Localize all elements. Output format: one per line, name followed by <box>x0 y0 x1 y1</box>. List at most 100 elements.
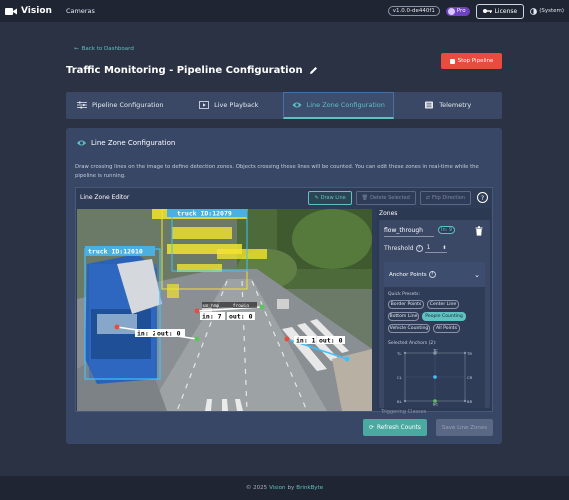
out-count-2: out: 0 <box>157 330 181 338</box>
in-count-3: in: 1 <box>296 337 316 345</box>
eye-icon <box>292 102 302 108</box>
traffic-frame: truck ID:12079 truck ID:12010 us_hmp____… <box>77 209 372 411</box>
selected-anchors-label: Selected Anchors (2): <box>388 341 437 346</box>
tab-line-zone-configuration[interactable]: Line Zone Configuration <box>283 92 394 119</box>
preset-center-line[interactable]: Center Line <box>427 300 459 309</box>
license-label: License <box>494 7 518 15</box>
key-icon <box>482 9 492 13</box>
in-count-1: in: 7 <box>202 313 222 321</box>
draw-line-label: Draw Line <box>320 194 346 201</box>
stop-label: Stop Pipeline <box>457 58 494 64</box>
anchor-label-bc: BC <box>433 402 439 407</box>
threshold-label: Threshold <box>384 244 414 252</box>
threshold-row: Threshold ? 1 ⬍ <box>384 243 447 253</box>
page-title-text: Traffic Monitoring - Pipeline Configurat… <box>66 65 303 76</box>
editor-title: Line Zone Editor <box>80 194 130 201</box>
card-header: Line Zone Configuration <box>66 128 502 158</box>
page-title: Traffic Monitoring - Pipeline Configurat… <box>66 65 318 76</box>
triggering-classes-label: Triggering Classes <box>381 409 427 415</box>
stop-pipeline-button[interactable]: Stop Pipeline <box>441 53 502 69</box>
half-circle-icon <box>530 7 538 15</box>
save-line-zones-button[interactable]: Save Line Zones <box>436 419 493 436</box>
anchor-label-bl: BL <box>397 399 403 404</box>
footer-company-link[interactable]: BrinkByte <box>296 485 323 491</box>
tab-label: Pipeline Configuration <box>91 100 164 109</box>
zones-panel: Zones flow_through In: 9 Threshold ? 1 ⬍… <box>377 208 491 415</box>
refresh-label: Refresh Counts <box>376 424 421 431</box>
eye-icon <box>77 140 86 146</box>
refresh-counts-button[interactable]: ⟳ Refresh Counts <box>363 419 427 436</box>
version-badge: v1.0.0-de440f1 <box>387 6 440 16</box>
anchor-label-br: BR <box>467 399 473 404</box>
threshold-input[interactable]: 1 ⬍ <box>424 243 447 253</box>
back-to-dashboard-link[interactable]: ← Back to Dashboard <box>74 46 134 52</box>
preset-vehicle-counting[interactable]: Vehicle Counting <box>388 324 430 333</box>
tab-pipeline-configuration[interactable]: Pipeline Configuration <box>66 92 175 119</box>
preset-all-points[interactable]: All Points <box>433 324 460 333</box>
flip-direction-label: Flip Direction <box>431 194 465 201</box>
card-description: Draw crossing lines on the image to defi… <box>75 164 479 179</box>
arrow-left-icon: ← <box>74 46 79 52</box>
tab-label: Telemetry <box>439 100 472 109</box>
help-circle-icon[interactable]: ? <box>428 271 436 278</box>
zone-in-badge: In: 9 <box>438 226 456 234</box>
footer-by: by <box>287 485 295 491</box>
chevron-down-icon: ⌄ <box>474 270 480 279</box>
delete-zone-icon[interactable] <box>475 226 483 236</box>
tab-label: Live Playback <box>214 100 259 109</box>
anchor-label-cl: CL <box>397 375 403 380</box>
video-canvas[interactable]: truck ID:12079 truck ID:12010 us_hmp____… <box>77 209 372 411</box>
flip-direction-button[interactable]: ⇄ Flip Direction <box>419 190 471 205</box>
trash-icon: 🗑 <box>361 194 369 201</box>
refresh-icon: ⟳ <box>369 424 374 431</box>
truck-left-label: truck ID:12010 <box>88 248 143 256</box>
tab-live-playback[interactable]: Live Playback <box>175 92 284 119</box>
anchor-grid[interactable]: TL TC TR CL CR BL BC BR <box>397 348 473 406</box>
preset-people-counting[interactable]: People Counting <box>422 312 466 321</box>
spinner-icon[interactable]: ⬍ <box>442 245 446 251</box>
truck-top-label: truck ID:12079 <box>177 210 232 218</box>
anchor-label-cr: CR <box>467 375 473 380</box>
threshold-value: 1 <box>426 244 431 251</box>
anchor-points-panel: Anchor Points ? ⌄ Quick Presets: Border … <box>384 262 485 408</box>
help-circle-icon[interactable]: ? <box>415 244 423 252</box>
pencil-icon[interactable] <box>309 66 318 75</box>
anchor-label-tc: TC <box>432 348 438 353</box>
out-count-1: out: 0 <box>229 313 253 321</box>
theme-toggle[interactable]: (System) <box>530 7 564 15</box>
anchor-label-tl: TL <box>397 351 402 356</box>
play-icon <box>199 100 209 109</box>
pro-label: Pro <box>456 8 466 14</box>
anchor-points-title: Anchor Points <box>389 271 427 278</box>
preset-bottom-line[interactable]: Bottom Line <box>388 312 419 321</box>
nav-cameras-link[interactable]: Cameras <box>66 7 95 15</box>
stop-icon <box>449 58 455 64</box>
preset-border-points[interactable]: Border Points <box>388 300 424 309</box>
card-title: Line Zone Configuration <box>91 139 176 147</box>
pipeline-tabs: Pipeline Configuration Live Playback Lin… <box>66 92 502 119</box>
anchor-points-header[interactable]: Anchor Points ? ⌄ <box>384 262 485 287</box>
tab-label: Line Zone Configuration <box>306 101 385 109</box>
pencil-icon: ✎ <box>314 194 319 201</box>
zone-name-input[interactable]: flow_through <box>384 225 434 237</box>
quick-presets-label: Quick Presets: <box>388 292 421 297</box>
license-button[interactable]: License <box>475 3 525 19</box>
draw-line-button[interactable]: ✎ Draw Line <box>308 190 352 205</box>
delete-selected-label: Delete Selected <box>370 194 410 201</box>
footer-app-link[interactable]: Vision <box>269 485 285 491</box>
camera-icon <box>5 7 17 15</box>
brand[interactable]: Vision <box>5 6 52 16</box>
zone-card: flow_through In: 9 Threshold ? 1 ⬍ Ancho… <box>379 220 490 408</box>
line-zone-editor: Line Zone Editor ✎ Draw Line 🗑 Delete Se… <box>75 187 493 415</box>
brand-name: Vision <box>21 6 52 16</box>
back-label: Back to Dashboard <box>81 46 134 52</box>
help-icon[interactable]: ? <box>477 192 488 203</box>
top-navbar: Vision Cameras v1.0.0-de440f1 Pro Licens… <box>0 0 569 22</box>
sliders-icon <box>76 101 87 108</box>
line-zone-card: Line Zone Configuration Draw crossing li… <box>66 128 502 444</box>
delete-selected-button[interactable]: 🗑 Delete Selected <box>355 190 416 205</box>
editor-header: Line Zone Editor ✎ Draw Line 🗑 Delete Se… <box>76 188 492 207</box>
lane-tag-label: us_hmp_____frowin <box>203 303 249 309</box>
tab-telemetry[interactable]: Telemetry <box>394 92 503 119</box>
anchor-label-tr: TR <box>466 351 472 356</box>
